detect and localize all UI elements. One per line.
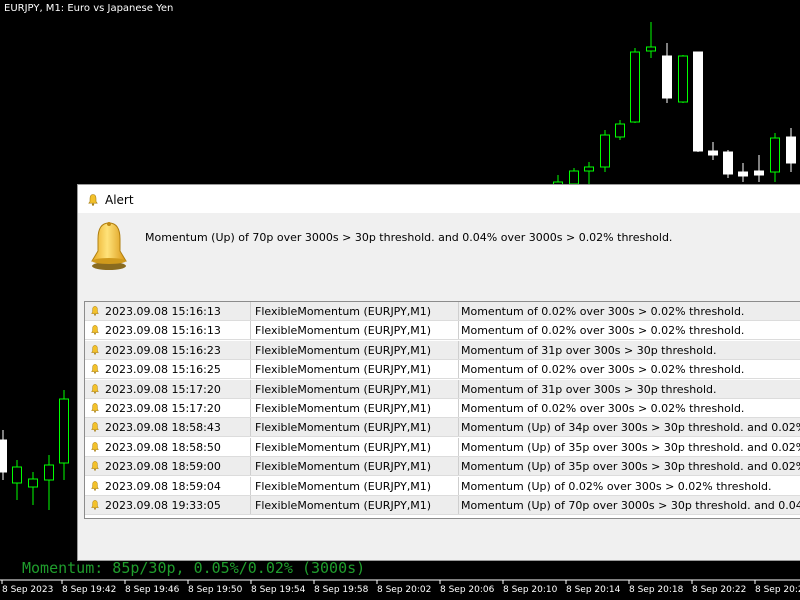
- x-axis-label: 8 Sep 2023: [2, 585, 54, 595]
- alert-source: FlexibleMomentum (EURJPY,M1): [251, 457, 459, 477]
- bell-icon: [91, 306, 99, 316]
- alert-source: FlexibleMomentum (EURJPY,M1): [251, 399, 459, 418]
- alert-time-cell: 2023.09.08 18:58:50: [85, 437, 251, 457]
- row-divider: [85, 514, 800, 515]
- candle: [693, 51, 703, 152]
- alert-time-cell: 2023.09.08 18:59:00: [85, 457, 251, 477]
- alert-row-message: Momentum of 31p over 300s > 30p threshol…: [461, 343, 717, 357]
- bell-icon: [91, 383, 99, 394]
- alert-time: 2023.09.08 18:58:50: [105, 440, 221, 454]
- list-item[interactable]: 2023.09.08 15:16:13 FlexibleMomentum (EUR…: [85, 321, 800, 341]
- candle: [723, 150, 733, 178]
- x-axis-label: 8 Sep 20:02: [377, 585, 432, 595]
- x-axis-label: 8 Sep 20:10: [503, 585, 558, 595]
- alert-time: 2023.09.08 15:17:20: [105, 402, 221, 415]
- x-axis-label: 8 Sep 19:46: [125, 585, 180, 595]
- alert-row-message: Momentum (Up) of 70p over 3000s > 30p th…: [461, 499, 800, 512]
- alert-source: FlexibleMomentum (EURJPY,M1): [251, 360, 459, 380]
- alert-time-cell: 2023.09.08 15:16:13: [85, 321, 251, 341]
- candle: [600, 130, 610, 172]
- momentum-readout: Momentum: 85p/30p, 0.05%/0.02% (3000s): [22, 559, 366, 577]
- alert-source: FlexibleMomentum (EURJPY,M1): [251, 476, 459, 496]
- alert-source: FlexibleMomentum (EURJPY,M1): [251, 496, 459, 515]
- alert-message: Momentum (Up) of 70p over 3000s > 30p th…: [145, 231, 673, 244]
- alert-source: FlexibleMomentum (EURJPY,M1): [251, 418, 459, 438]
- list-item[interactable]: 2023.09.08 18:59:04 FlexibleMomentum (EUR…: [85, 476, 800, 496]
- alert-time: 2023.09.08 15:16:13: [105, 305, 221, 318]
- x-axis-label: 8 Sep 20:18: [629, 585, 684, 595]
- alert-source: FlexibleMomentum (EURJPY,M1): [251, 379, 459, 399]
- alert-time-cell: 2023.09.08 15:16:25: [85, 360, 251, 380]
- list-item[interactable]: 2023.09.08 15:16:25 FlexibleMomentum (EUR…: [85, 360, 800, 380]
- x-axis-label: 8 Sep 19:50: [188, 585, 243, 595]
- alert-time-cell: 2023.09.08 19:33:05: [85, 496, 251, 515]
- bell-icon: [91, 441, 99, 452]
- alert-source: FlexibleMomentum (EURJPY,M1): [251, 302, 459, 321]
- bell-icon: [91, 222, 127, 270]
- alert-title: Alert: [105, 193, 134, 207]
- list-item[interactable]: 2023.09.08 15:16:23 FlexibleMomentum (EUR…: [85, 340, 800, 360]
- list-item[interactable]: 2023.09.08 18:58:50 FlexibleMomentum (EUR…: [85, 437, 800, 457]
- list-item[interactable]: 2023.09.08 15:17:20 FlexibleMomentum (EUR…: [85, 379, 800, 399]
- bell-icon: [91, 344, 99, 355]
- alert-titlebar[interactable]: Alert: [78, 185, 800, 213]
- alert-source: FlexibleMomentum (EURJPY,M1): [251, 437, 459, 457]
- alert-row-message: Momentum of 0.02% over 300s > 0.02% thre…: [461, 305, 745, 318]
- alert-time-cell: 2023.09.08 15:17:20: [85, 379, 251, 399]
- alert-history-list[interactable]: 2023.09.08 15:16:13 FlexibleMomentum (EUR…: [84, 301, 800, 519]
- alert-time-cell: 2023.09.08 18:59:04: [85, 476, 251, 496]
- alert-time: 2023.09.08 18:58:43: [105, 421, 221, 435]
- bell-icon: [91, 461, 99, 471]
- x-axis-label: 8 Sep 20:14: [566, 585, 621, 595]
- alert-row-message: Momentum (Up) of 34p over 300s > 30p thr…: [461, 421, 800, 435]
- alert-time-cell: 2023.09.08 18:58:43: [85, 418, 251, 438]
- bell-icon: [91, 325, 99, 336]
- bell-icon: [91, 364, 99, 374]
- alert-row-message: Momentum (Up) of 35p over 300s > 30p thr…: [461, 440, 800, 454]
- alert-time: 2023.09.08 18:59:04: [105, 479, 221, 493]
- x-axis-label: 8 Sep 19:54: [251, 585, 306, 595]
- alert-time: 2023.09.08 15:16:23: [105, 343, 221, 357]
- bell-icon: [91, 422, 99, 433]
- bell-icon: [91, 480, 99, 491]
- alert-row-message: Momentum of 31p over 300s > 30p threshol…: [461, 382, 717, 396]
- alert-time: 2023.09.08 18:59:00: [105, 460, 221, 474]
- x-axis-label: 8 Sep 19:58: [314, 585, 369, 595]
- chart-title: EURJPY, M1: Euro vs Japanese Yen: [4, 3, 174, 14]
- x-axis-label: 8 Sep 19:42: [62, 585, 117, 595]
- list-item[interactable]: 2023.09.08 18:59:00 FlexibleMomentum (EUR…: [85, 457, 800, 477]
- alert-time-cell: 2023.09.08 15:17:20: [85, 399, 251, 418]
- x-axis-label: 8 Sep 20:26: [755, 585, 800, 595]
- alert-window[interactable]: Alert Momentum (Up) of 70p over 3000s > …: [77, 184, 800, 561]
- bell-icon: [88, 194, 98, 206]
- alert-row-message: Momentum of 0.02% over 300s > 0.02% thre…: [461, 402, 745, 415]
- x-axis-label: 8 Sep 20:22: [692, 585, 747, 595]
- alert-time-cell: 2023.09.08 15:16:23: [85, 340, 251, 360]
- alert-row-message: Momentum (Up) of 0.02% over 300s > 0.02%…: [461, 479, 772, 493]
- candle: [630, 48, 640, 123]
- bell-icon: [91, 500, 99, 510]
- alert-time: 2023.09.08 15:17:20: [105, 382, 221, 396]
- alert-time: 2023.09.08 15:16:25: [105, 363, 221, 377]
- list-item[interactable]: 2023.09.08 19:33:05 FlexibleMomentum (EUR…: [85, 496, 800, 515]
- alert-time: 2023.09.08 15:16:13: [105, 324, 221, 338]
- alert-row-message: Momentum (Up) of 35p over 300s > 30p thr…: [461, 460, 800, 474]
- list-item[interactable]: 2023.09.08 15:16:13 FlexibleMomentum (EUR…: [85, 302, 800, 321]
- bell-icon: [91, 403, 99, 413]
- candle: [678, 55, 688, 103]
- alert-row-message: Momentum of 0.02% over 300s > 0.02% thre…: [461, 363, 745, 377]
- alert-time: 2023.09.08 19:33:05: [105, 499, 221, 512]
- alert-source: FlexibleMomentum (EURJPY,M1): [251, 340, 459, 360]
- alert-time-cell: 2023.09.08 15:16:13: [85, 302, 251, 321]
- list-item[interactable]: 2023.09.08 15:17:20 FlexibleMomentum (EUR…: [85, 399, 800, 418]
- list-item[interactable]: 2023.09.08 18:58:43 FlexibleMomentum (EUR…: [85, 418, 800, 438]
- x-axis-label: 8 Sep 20:06: [440, 585, 495, 595]
- alert-source: FlexibleMomentum (EURJPY,M1): [251, 321, 459, 341]
- alert-row-message: Momentum of 0.02% over 300s > 0.02% thre…: [461, 324, 745, 338]
